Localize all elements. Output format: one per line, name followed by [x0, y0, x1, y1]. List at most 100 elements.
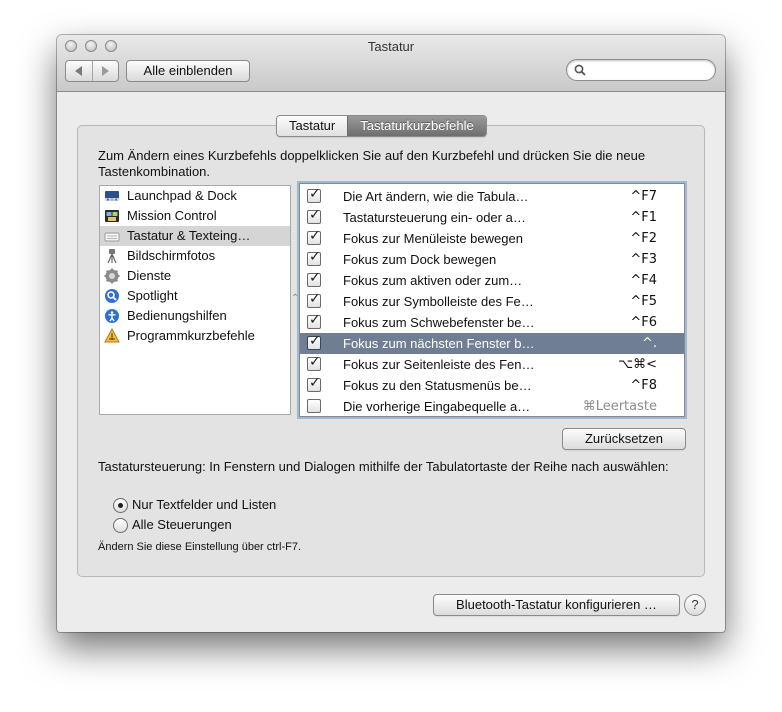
- shortcut-enabled-checkbox[interactable]: [307, 399, 321, 413]
- shortcut-key[interactable]: ^F4: [630, 273, 657, 289]
- category-label: Spotlight: [127, 288, 178, 303]
- shortcut-label: Tastatursteuerung ein- oder a…: [343, 210, 526, 225]
- radio-button-selected[interactable]: [113, 498, 128, 513]
- shortcut-key[interactable]: ^F6: [630, 315, 657, 331]
- shortcut-row-selected[interactable]: ✓ Fokus zum nächsten Fenster b… ^.: [300, 333, 684, 354]
- checkmark-icon: ✓: [309, 228, 321, 244]
- shortcut-enabled-checkbox[interactable]: ✓: [307, 312, 321, 329]
- shortcut-row[interactable]: ✓ Fokus zur Seitenleiste des Fen… ⌥⌘<: [300, 354, 684, 375]
- back-button[interactable]: [66, 61, 92, 81]
- spotlight-icon: [105, 289, 119, 303]
- shortcut-row[interactable]: ✓ Fokus zum aktiven oder zum… ^F4: [300, 270, 684, 291]
- shortcut-enabled-checkbox[interactable]: ✓: [307, 375, 321, 392]
- radio-label: Nur Textfelder und Listen: [132, 497, 277, 512]
- checkmark-icon: ✓: [309, 375, 321, 391]
- shortcut-label: Fokus zum aktiven oder zum…: [343, 273, 523, 288]
- preferences-window: Tastatur Alle einblenden Tastatur Tastat…: [57, 35, 725, 632]
- bluetooth-keyboard-setup-button[interactable]: Bluetooth-Tastatur konfigurieren …: [433, 594, 680, 616]
- shortcut-enabled-checkbox[interactable]: ✓: [307, 249, 321, 266]
- shortcut-label: Fokus zum nächsten Fenster b…: [343, 336, 535, 351]
- tab-tastatur[interactable]: Tastatur: [277, 116, 348, 136]
- shortcut-label: Fokus zur Symbolleiste des Fe…: [343, 294, 534, 309]
- category-item-launchpad-dock[interactable]: Launchpad & Dock: [100, 186, 290, 206]
- shortcut-label: Fokus zur Seitenleiste des Fen…: [343, 357, 535, 372]
- search-icon: [574, 64, 586, 76]
- forward-button[interactable]: [91, 61, 119, 81]
- shortcut-key[interactable]: ^F5: [630, 294, 657, 310]
- category-label: Mission Control: [127, 208, 217, 223]
- category-item-screenshots[interactable]: Bildschirmfotos: [100, 246, 290, 266]
- category-item-accessibility[interactable]: Bedienungshilfen: [100, 306, 290, 326]
- radio-dot-icon: [118, 503, 123, 508]
- accessibility-icon: [105, 309, 119, 323]
- shortcut-label: Die Art ändern, wie die Tabula…: [343, 189, 529, 204]
- radio-label: Alle Steuerungen: [132, 517, 232, 532]
- shortcut-enabled-checkbox[interactable]: ✓: [307, 270, 321, 287]
- window-title: Tastatur: [367, 39, 415, 54]
- radio-button[interactable]: [113, 518, 128, 533]
- category-label: Bildschirmfotos: [127, 248, 216, 263]
- checkmark-icon: ✓: [309, 333, 321, 349]
- category-item-app-shortcuts[interactable]: Programmkurzbefehle: [100, 326, 290, 346]
- shortcut-label: Fokus zum Schwebefenster be…: [343, 315, 535, 330]
- forward-arrow-icon: [101, 66, 109, 76]
- category-item-mission-control[interactable]: Mission Control: [100, 206, 290, 226]
- shortcut-row[interactable]: Die vorherige Eingabequelle a… ⌘Leertast…: [300, 396, 684, 416]
- category-item-spotlight[interactable]: Spotlight: [100, 286, 290, 306]
- shortcut-row[interactable]: ✓ Fokus zum Dock bewegen ^F3: [300, 249, 684, 270]
- back-arrow-icon: [75, 66, 83, 76]
- show-all-button[interactable]: Alle einblenden: [126, 60, 250, 82]
- help-button[interactable]: ?: [684, 594, 706, 616]
- services-gear-icon: [104, 268, 120, 284]
- category-label: Launchpad & Dock: [127, 188, 237, 203]
- tab-bar: Tastatur Tastaturkurzbefehle: [276, 115, 487, 137]
- checkmark-icon: ✓: [309, 291, 321, 307]
- shortcut-enabled-checkbox[interactable]: ✓: [307, 354, 321, 371]
- tab-tastaturkurzbefehle[interactable]: Tastaturkurzbefehle: [347, 116, 486, 136]
- shortcut-row[interactable]: ✓ Tastatursteuerung ein- oder a… ^F1: [300, 207, 684, 228]
- checkmark-icon: ✓: [309, 312, 321, 328]
- shortcut-row[interactable]: ✓ Fokus zu den Statusmenüs be… ^F8: [300, 375, 684, 396]
- checkmark-icon: ✓: [309, 270, 321, 286]
- shortcut-label: Die vorherige Eingabequelle a…: [343, 399, 531, 414]
- shortcut-enabled-checkbox[interactable]: ✓: [307, 207, 321, 224]
- shortcut-row[interactable]: ✓ Fokus zum Schwebefenster be… ^F6: [300, 312, 684, 333]
- shortcut-key[interactable]: ^F7: [630, 189, 657, 205]
- shortcut-key[interactable]: ^F1: [630, 210, 657, 226]
- shortcut-row[interactable]: ✓ Die Art ändern, wie die Tabula… ^F7: [300, 186, 684, 207]
- shortcut-label: Fokus zum Dock bewegen: [343, 252, 497, 267]
- shortcut-row[interactable]: ✓ Fokus zur Symbolleiste des Fe… ^F5: [300, 291, 684, 312]
- checkmark-icon: ✓: [309, 207, 321, 223]
- category-item-services[interactable]: Dienste: [100, 266, 290, 286]
- checkmark-icon: ✓: [309, 249, 321, 265]
- app-shortcuts-icon: [104, 328, 120, 343]
- shortcut-key[interactable]: ^F3: [630, 252, 657, 268]
- shortcut-label: Fokus zu den Statusmenüs be…: [343, 378, 532, 393]
- shortcut-enabled-checkbox[interactable]: ✓: [307, 186, 321, 203]
- shortcut-enabled-checkbox[interactable]: ✓: [307, 228, 321, 245]
- shortcut-key[interactable]: ⌥⌘<: [618, 357, 657, 373]
- checkmark-icon: ✓: [309, 186, 321, 202]
- mission-control-icon: [105, 210, 119, 222]
- screenshot-icon: [107, 249, 117, 264]
- category-label: Tastatur & Texteing…: [127, 228, 251, 243]
- category-item-keyboard-text[interactable]: Tastatur & Texteing…: [100, 226, 290, 246]
- category-list[interactable]: Launchpad & Dock Mission Control Tastatu…: [99, 185, 291, 415]
- shortcut-enabled-checkbox[interactable]: ✓: [307, 291, 321, 308]
- shortcut-enabled-checkbox[interactable]: ✓: [307, 333, 321, 350]
- category-label: Bedienungshilfen: [127, 308, 227, 323]
- shortcut-key[interactable]: ⌘Leertaste: [583, 399, 657, 415]
- shortcut-key[interactable]: ^F2: [630, 231, 657, 247]
- keyboard-text-icon: [104, 232, 120, 242]
- search-field[interactable]: [566, 59, 716, 81]
- tab-control-description: Tastatursteuerung: In Fenstern und Dialo…: [98, 459, 669, 474]
- reset-button[interactable]: Zurücksetzen: [562, 428, 686, 450]
- shortcut-hint-note: Ändern Sie diese Einstellung über ctrl-F…: [98, 541, 301, 553]
- shortcut-key[interactable]: ^.: [642, 336, 657, 352]
- shortcut-row[interactable]: ✓ Fokus zur Menüleiste bewegen ^F2: [300, 228, 684, 249]
- shortcut-key[interactable]: ^F8: [630, 378, 657, 394]
- title-bar: Tastatur Alle einblenden: [57, 35, 725, 92]
- shortcut-list[interactable]: ✓ Die Art ändern, wie die Tabula… ^F7 ✓ …: [299, 183, 685, 417]
- instruction-text: Zum Ändern eines Kurzbefehls doppelklick…: [98, 148, 646, 179]
- shortcut-label: Fokus zur Menüleiste bewegen: [343, 231, 523, 246]
